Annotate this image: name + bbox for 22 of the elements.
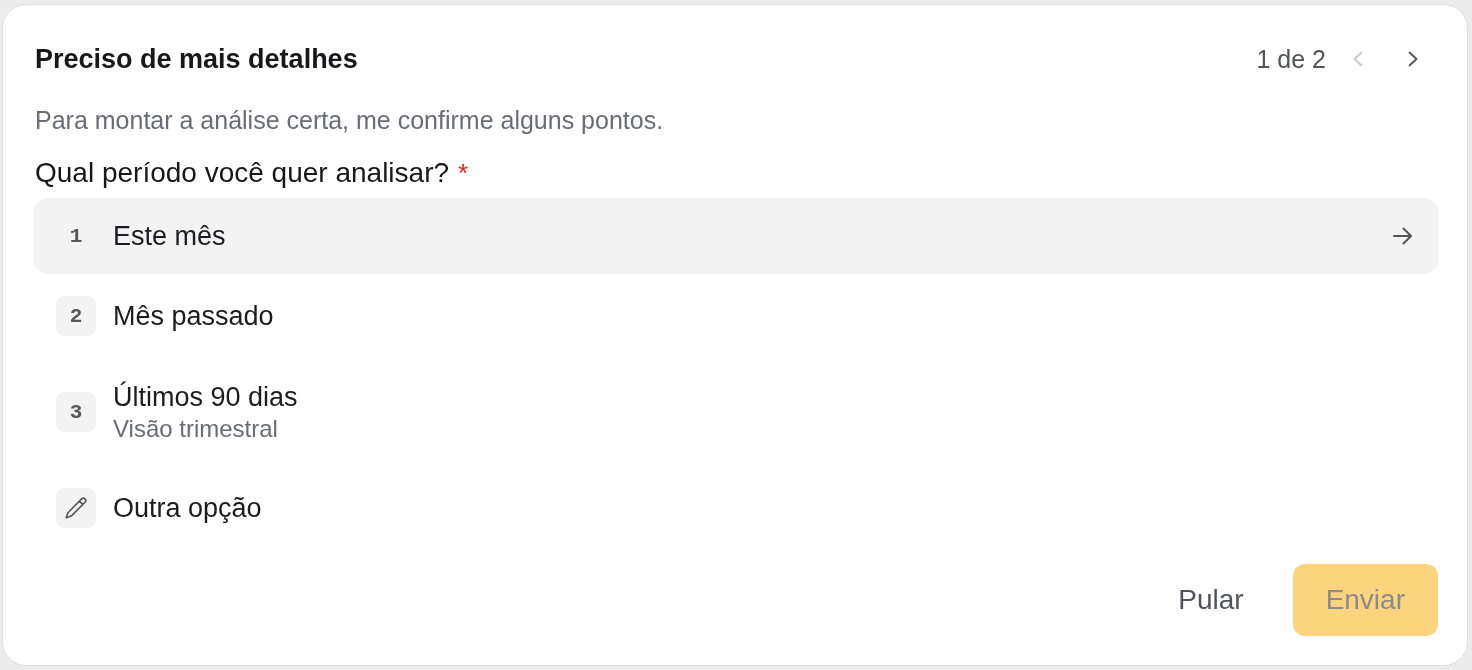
option-number: 2: [56, 296, 96, 336]
chevron-left-icon: [1353, 51, 1363, 67]
skip-button[interactable]: Pular: [1162, 564, 1260, 636]
option-item[interactable]: 3 Últimos 90 dias Visão trimestral: [34, 358, 1438, 466]
page-indicator: 1 de 2: [1256, 44, 1326, 75]
chevron-right-icon: [1408, 51, 1418, 67]
required-mark: *: [458, 157, 469, 190]
option-number: 3: [56, 392, 96, 432]
dialog-title: Preciso de mais detalhes: [34, 43, 359, 76]
pencil-icon: [56, 488, 96, 528]
option-item[interactable]: Outra opção: [34, 470, 1438, 546]
option-description: Visão trimestral: [113, 414, 278, 444]
option-label: Outra opção: [113, 492, 262, 525]
option-item[interactable]: 1 Este mês: [34, 198, 1438, 274]
question-label: Qual período você quer analisar?: [35, 156, 450, 190]
option-label: Últimos 90 dias: [113, 380, 298, 414]
arrow-right-icon: [1393, 227, 1412, 245]
option-label: Este mês: [113, 220, 226, 253]
option-item[interactable]: 2 Mês passado: [34, 278, 1438, 354]
option-number: 1: [68, 223, 84, 250]
dialog-description: Para montar a análise certa, me confirme alguns pontos.: [34, 105, 665, 136]
option-label: Mês passado: [113, 300, 274, 333]
